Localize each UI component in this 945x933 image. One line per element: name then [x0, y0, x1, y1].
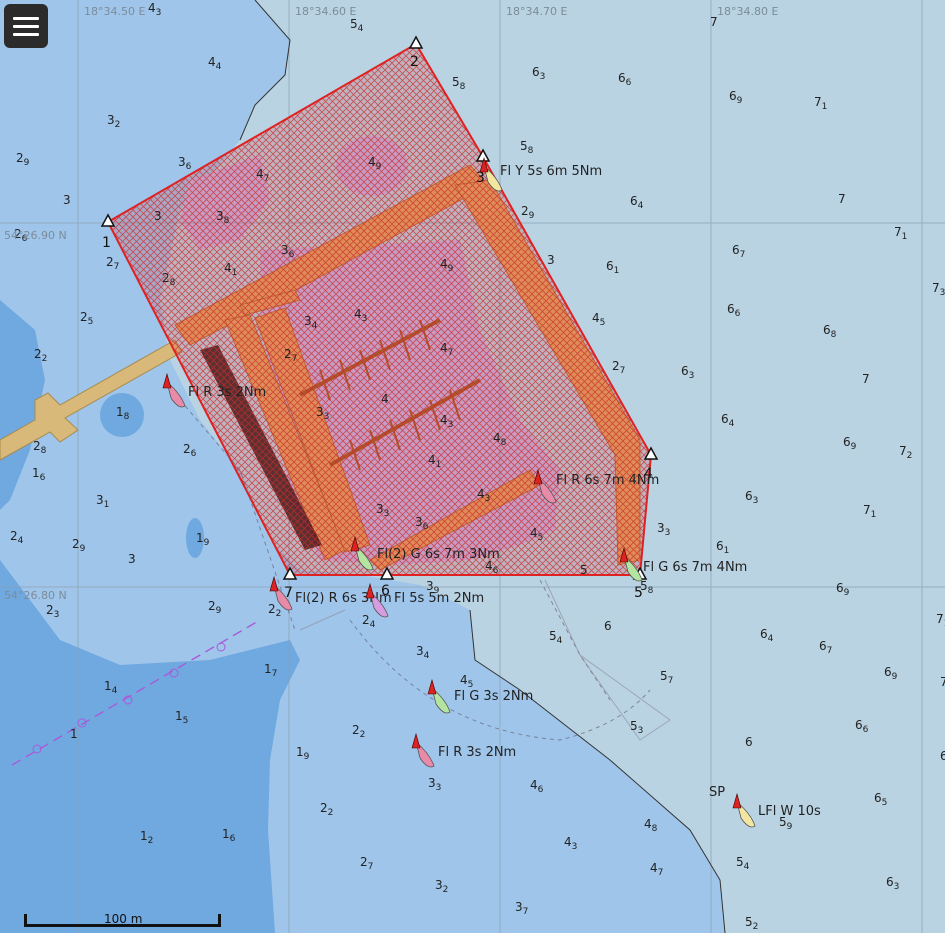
vertex-label: 2 — [410, 54, 419, 70]
sounding: 1 — [70, 727, 78, 741]
light-label: Fl(2) G 6s 7m 3Nm — [377, 547, 500, 562]
sounding: 7 — [862, 372, 870, 386]
sounding: 7 — [940, 675, 945, 689]
lat-label-2: 54°26.80 N — [4, 589, 67, 602]
sounding: 3 — [547, 253, 555, 267]
chart-canvas[interactable]: 1 2 3 4 5 6 7 Fl Y 5s 6m 5Nm Fl R 3s 2Nm Fl R 6s… — [0, 0, 945, 933]
light-label: Fl G 3s 2Nm — [454, 689, 533, 704]
sounding: 7 — [838, 192, 846, 206]
scale-label: 100 m — [104, 912, 143, 926]
scale-tick-right — [218, 914, 221, 927]
sounding: 6 — [604, 619, 612, 633]
vertex-label: 3 — [476, 170, 485, 186]
vertex-label: 1 — [102, 235, 111, 251]
sounding: 3 — [154, 209, 162, 223]
lon-label-3: 18°34.70 E — [506, 5, 567, 18]
lon-label-2: 18°34.60 E — [295, 5, 356, 18]
light-label: Fl R 3s 2Nm — [188, 385, 266, 400]
light-label: Fl R 3s 2Nm — [438, 745, 516, 760]
light-label: SP — [709, 785, 725, 800]
lat-label-1: 54°26.90 N — [4, 229, 67, 242]
sounding: 3 — [63, 193, 71, 207]
light-label: LFl W 10s — [758, 804, 821, 819]
menu-button[interactable] — [4, 4, 48, 48]
light-label: Fl G 6s 7m 4Nm — [643, 560, 747, 575]
hamburger-menu-icon-bar-2 — [13, 25, 39, 28]
nautical-chart[interactable]: 1 2 3 4 5 6 7 Fl Y 5s 6m 5Nm Fl R 3s 2Nm Fl R 6s… — [0, 0, 945, 933]
sounding: 5 — [580, 563, 588, 577]
hamburger-menu-icon — [13, 17, 39, 20]
scale-bar: 100 m — [24, 908, 224, 932]
light-label: Fl R 6s 7m 4Nm — [556, 473, 659, 488]
lon-label-1: 18°34.50 E — [84, 5, 145, 18]
light-label: Fl Y 5s 6m 5Nm — [500, 164, 602, 179]
hamburger-menu-icon-bar-3 — [13, 33, 39, 36]
sounding: 3 — [128, 552, 136, 566]
sounding: 4 — [381, 392, 389, 406]
sounding: 6 — [745, 735, 753, 749]
lon-label-4: 18°34.80 E — [717, 5, 778, 18]
light-sp[interactable]: SP — [709, 785, 725, 800]
